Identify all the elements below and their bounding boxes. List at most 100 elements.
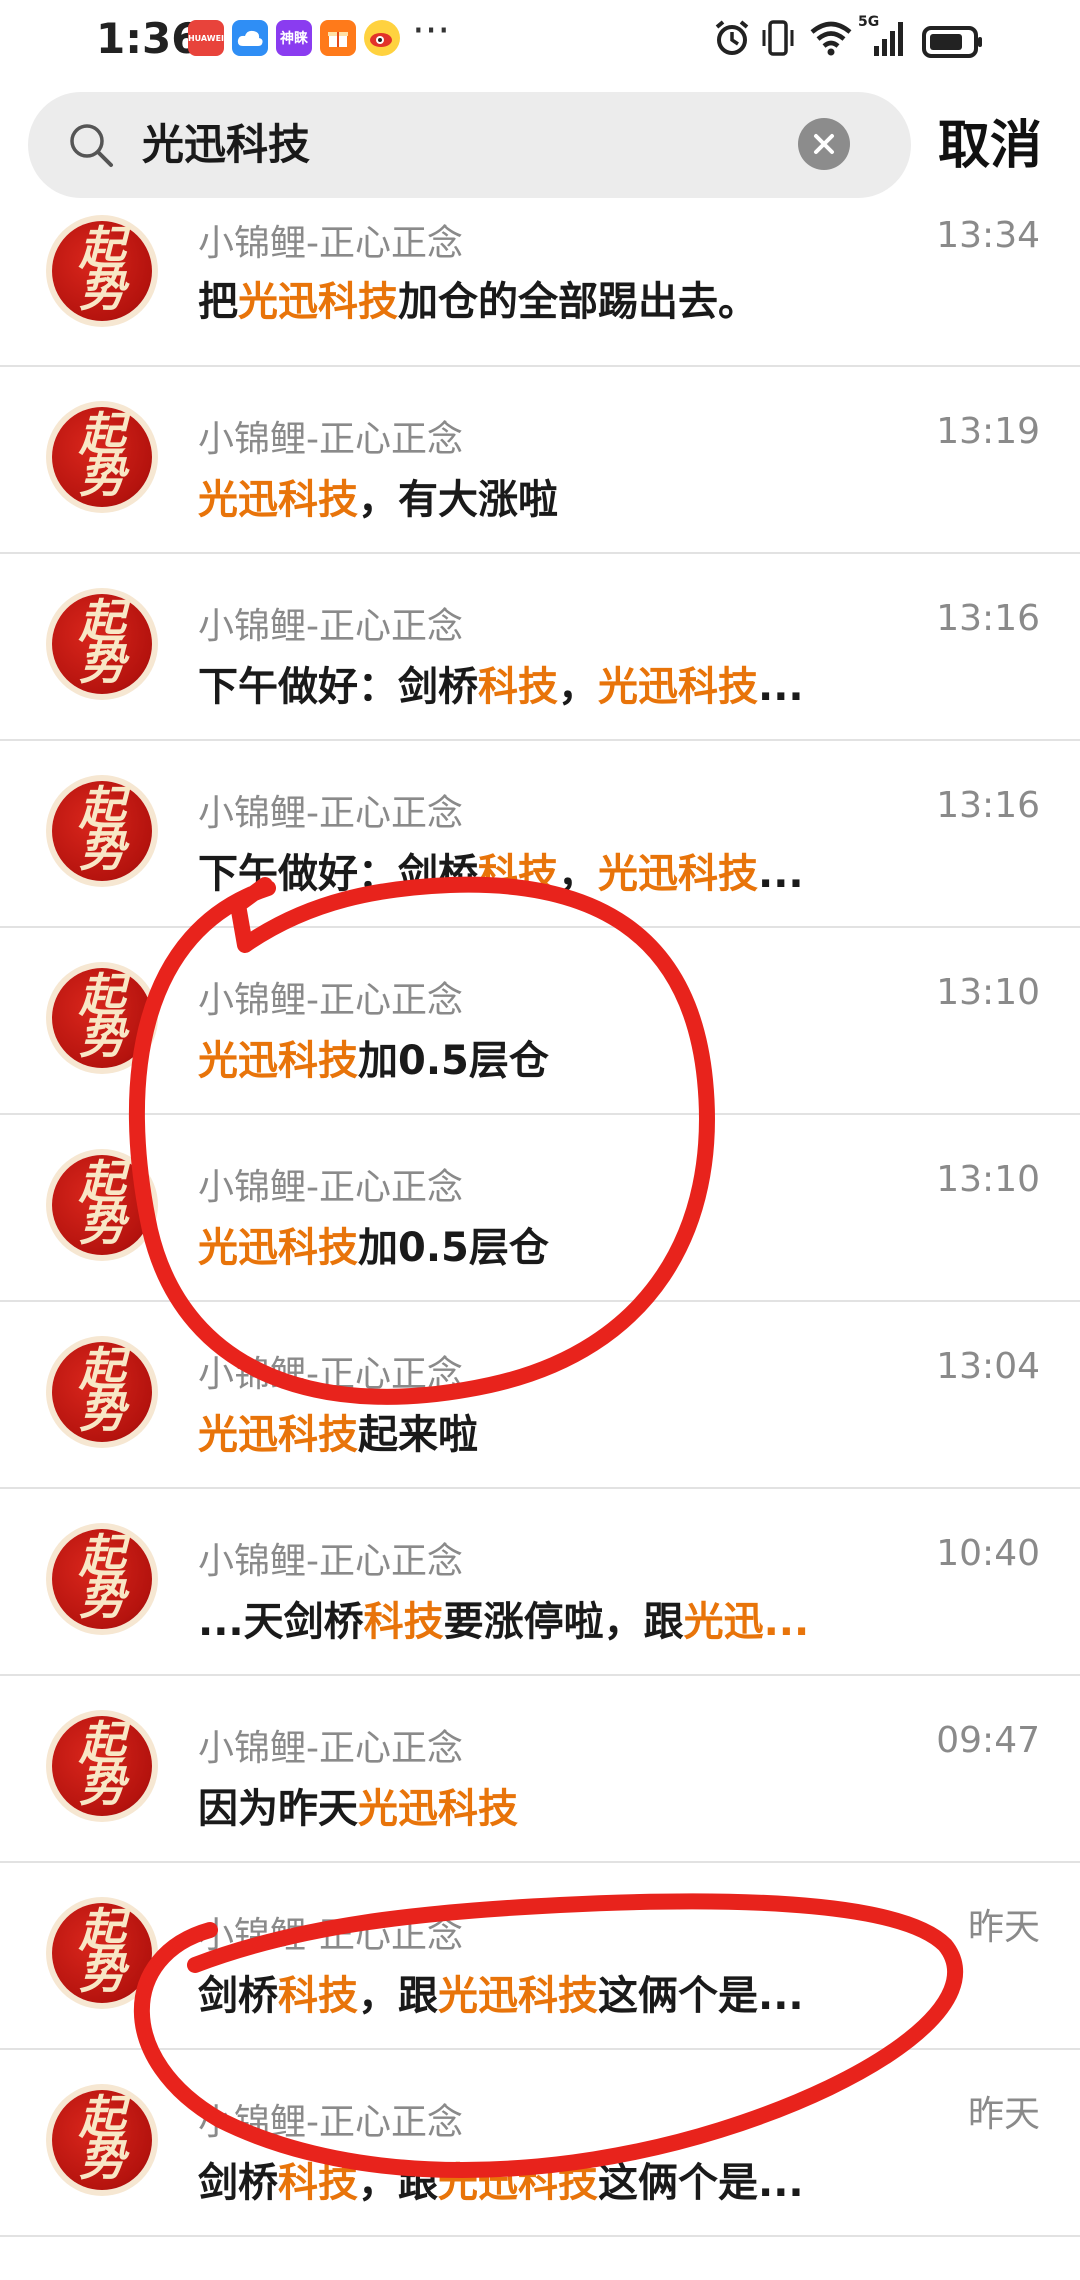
snippet-text: ，	[558, 664, 598, 710]
snippet-text: ...	[758, 664, 804, 710]
wifi-icon	[810, 21, 852, 56]
avatar: 起势	[52, 1155, 152, 1255]
highlighted-keyword: 科技	[278, 1973, 358, 2019]
message-time: 13:10	[936, 972, 1040, 1013]
avatar-text: 势	[79, 1384, 125, 1438]
message-snippet: 剑桥科技，跟光迅科技这俩个是...	[198, 1971, 804, 2021]
highlighted-keyword: 光迅科技	[598, 664, 758, 710]
highlighted-keyword: 科技	[478, 851, 558, 897]
sender-name: 小锦鲤-正心正念	[198, 419, 463, 460]
message-result-row[interactable]: 起势 小锦鲤-正心正念 13:19 光迅科技，有大涨啦	[0, 367, 1080, 554]
snippet-text: 把	[198, 279, 238, 325]
avatar: 起势	[52, 1716, 152, 1816]
message-result-row[interactable]: 起势 小锦鲤-正心正念 13:34 把光迅科技加仓的全部踢出去。	[0, 215, 1080, 367]
avatar-text: 势	[79, 449, 125, 503]
message-result-row[interactable]: 起势 小锦鲤-正心正念 10:40 ...天剑桥科技要涨停啦，跟光迅...	[0, 1489, 1080, 1676]
avatar: 起势	[52, 1529, 152, 1629]
snippet-text: 这俩个是...	[598, 1973, 804, 2019]
message-result-row[interactable]: 起势 小锦鲤-正心正念 昨天 剑桥科技，跟光迅科技这俩个是...	[0, 2050, 1080, 2237]
message-time: 13:16	[936, 785, 1040, 826]
snippet-text: 因为昨天	[198, 1786, 358, 1832]
message-snippet: 因为昨天光迅科技	[198, 1784, 518, 1834]
snippet-text: ...	[758, 851, 804, 897]
search-results-list: 起势小锦鲤-正心正念 13:34 把光迅科技加仓的全部踢出去。起势小锦鲤-正心正念 1…	[0, 215, 1080, 2237]
highlighted-keyword: 光迅科技	[198, 1225, 358, 1271]
message-result-row[interactable]: 起势 小锦鲤-正心正念 09:47 因为昨天光迅科技	[0, 1676, 1080, 1863]
sender-name: 小锦鲤-正心正念	[198, 980, 463, 1021]
app-icon-huawei: HUAWEI	[188, 20, 224, 56]
search-query[interactable]: 光迅科技	[142, 116, 310, 174]
gift-icon	[320, 20, 356, 56]
message-snippet: 光迅科技，有大涨啦	[198, 475, 558, 525]
highlighted-keyword: 科技	[478, 664, 558, 710]
snippet-text: 起来啦	[358, 1412, 478, 1458]
snippet-text: 下午做好：剑桥	[198, 851, 478, 897]
weibo-icon	[364, 20, 400, 56]
highlighted-keyword: 光迅科技	[238, 279, 398, 325]
cancel-button[interactable]: 取消	[938, 116, 1042, 176]
avatar-text: 势	[79, 2132, 125, 2186]
snippet-text: 加0.5层仓	[358, 1038, 549, 1084]
highlighted-keyword: 光迅...	[683, 1599, 810, 1645]
message-result-row[interactable]: 起势 小锦鲤-正心正念 13:04 光迅科技起来啦	[0, 1302, 1080, 1489]
clear-search-button[interactable]	[798, 118, 850, 170]
highlighted-keyword: 科技	[363, 1599, 444, 1645]
sender-name: 小锦鲤-正心正念	[198, 2102, 463, 2143]
highlighted-keyword: 光迅科技	[438, 2160, 598, 2206]
avatar-text: 势	[79, 636, 125, 690]
snippet-text: 这俩个是...	[598, 2160, 804, 2206]
avatar-text: 势	[79, 1571, 125, 1625]
message-snippet: ...天剑桥科技要涨停啦，跟光迅...	[198, 1597, 809, 1647]
snippet-text: 加仓的全部踢出去。	[398, 279, 758, 325]
battery-icon	[922, 26, 982, 58]
status-time: 1:36	[96, 14, 201, 63]
sender-name: 小锦鲤-正心正念	[198, 1167, 463, 1208]
shenma-icon: 神睐	[276, 20, 312, 56]
message-result-row[interactable]: 起势 小锦鲤-正心正念 13:16 下午做好：剑桥科技，光迅科技...	[0, 741, 1080, 928]
message-result-row[interactable]: 起势 小锦鲤-正心正念 13:10 光迅科技加0.5层仓	[0, 1115, 1080, 1302]
message-result-row[interactable]: 起势 小锦鲤-正心正念 昨天 剑桥科技，跟光迅科技这俩个是...	[0, 1863, 1080, 2050]
highlighted-keyword: 光迅科技	[198, 477, 358, 523]
search-input[interactable]: 光迅科技	[28, 92, 911, 198]
highlighted-keyword: 光迅科技	[598, 851, 758, 897]
highlighted-keyword: 光迅科技	[438, 1973, 598, 2019]
avatar-text: 势	[79, 1758, 125, 1812]
message-time: 13:19	[936, 411, 1040, 452]
message-result-row[interactable]: 起势 小锦鲤-正心正念 13:16 下午做好：剑桥科技，光迅科技...	[0, 554, 1080, 741]
message-snippet: 剑桥科技，跟光迅科技这俩个是...	[198, 2158, 804, 2208]
message-result-row[interactable]: 起势 小锦鲤-正心正念 13:10 光迅科技加0.5层仓	[0, 928, 1080, 1115]
highlighted-keyword: 科技	[278, 2160, 358, 2206]
highlighted-keyword: 光迅科技	[198, 1038, 358, 1084]
message-snippet: 把光迅科技加仓的全部踢出去。	[198, 277, 758, 327]
sender-name: 小锦鲤-正心正念	[198, 606, 463, 647]
avatar-text: 势	[79, 263, 125, 317]
snippet-text: 剑桥	[198, 1973, 278, 2019]
sender-name: 小锦鲤-正心正念	[198, 1915, 463, 1956]
avatar: 起势	[52, 968, 152, 1068]
signal-icon	[874, 22, 903, 56]
message-time: 昨天	[967, 1907, 1040, 1948]
close-icon	[814, 134, 834, 154]
avatar: 起势	[52, 1342, 152, 1442]
snippet-text: 要涨停啦，跟	[443, 1599, 684, 1645]
avatar: 起势	[52, 221, 152, 321]
snippet-text: 加0.5层仓	[358, 1225, 549, 1271]
sender-name: 小锦鲤-正心正念	[198, 223, 463, 264]
avatar-text: 势	[79, 1945, 125, 1999]
message-snippet: 光迅科技加0.5层仓	[198, 1036, 549, 1086]
sender-name: 小锦鲤-正心正念	[198, 1728, 463, 1769]
message-time: 09:47	[936, 1720, 1040, 1761]
snippet-text: ，跟	[358, 2160, 438, 2206]
message-snippet: 光迅科技加0.5层仓	[198, 1223, 549, 1273]
highlighted-keyword: 光迅科技	[198, 1412, 358, 1458]
avatar: 起势	[52, 2090, 152, 2190]
message-time: 13:16	[936, 598, 1040, 639]
message-snippet: 光迅科技起来啦	[198, 1410, 478, 1460]
search-header: 光迅科技 取消	[0, 80, 1080, 210]
avatar-text: 势	[79, 1197, 125, 1251]
message-time: 13:34	[936, 215, 1040, 256]
sender-name: 小锦鲤-正心正念	[198, 793, 463, 834]
snippet-text: ，有大涨啦	[358, 477, 558, 523]
message-time: 10:40	[936, 1533, 1040, 1574]
message-snippet: 下午做好：剑桥科技，光迅科技...	[198, 662, 804, 712]
